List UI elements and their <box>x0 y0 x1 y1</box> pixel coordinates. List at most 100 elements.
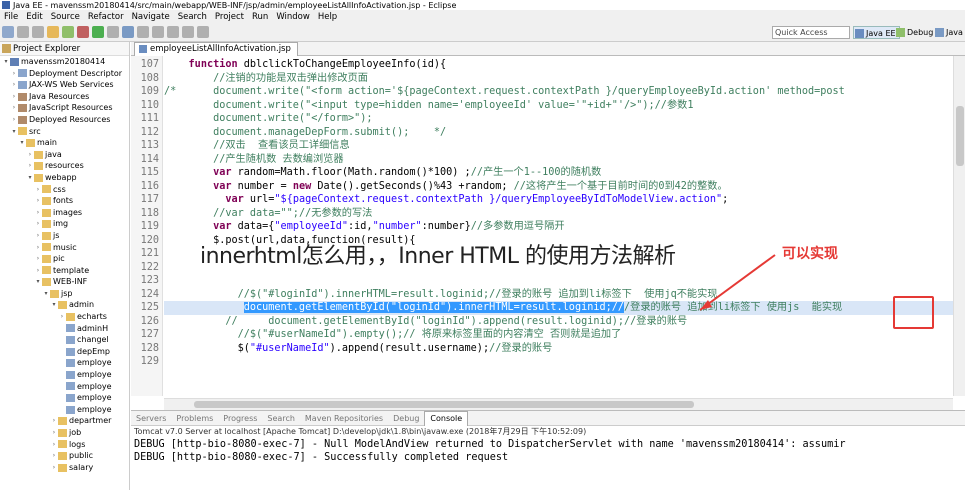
perspective-java-ee[interactable]: Java EE <box>853 26 900 39</box>
menu-file[interactable]: File <box>0 12 22 22</box>
menu-navigate[interactable]: Navigate <box>128 12 174 22</box>
code-line[interactable]: //注销的功能是双击弹出修改页面 <box>164 72 953 86</box>
tree-item[interactable]: employe <box>0 381 129 393</box>
expand-arrow-icon[interactable]: ▾ <box>26 172 34 184</box>
tree-item[interactable]: › job <box>0 427 129 439</box>
expand-arrow-icon[interactable]: › <box>26 149 34 161</box>
scroll-thumb[interactable] <box>956 106 964 166</box>
tree-item[interactable]: ▾ jsp <box>0 288 129 300</box>
expand-arrow-icon[interactable]: › <box>50 415 58 427</box>
code-line[interactable]: document.write("</form>"); <box>164 112 953 126</box>
tree-item[interactable]: › js <box>0 230 129 242</box>
tree-item[interactable]: › images <box>0 207 129 219</box>
code-line[interactable]: var url="${pageContext.request.contextPa… <box>164 193 953 207</box>
expand-arrow-icon[interactable]: › <box>10 114 18 126</box>
tree-item[interactable]: ▾ admin <box>0 299 129 311</box>
expand-arrow-icon[interactable]: ▾ <box>18 137 26 149</box>
tree-item[interactable]: › img <box>0 218 129 230</box>
tree-item[interactable]: › resources <box>0 160 129 172</box>
project-explorer-tab[interactable]: Project Explorer <box>0 42 129 56</box>
next-annotation-icon[interactable] <box>152 26 164 38</box>
search-icon[interactable] <box>137 26 149 38</box>
code-line[interactable]: //$("#loginId").innerHTML=result.loginid… <box>164 288 953 302</box>
console-tab-servers[interactable]: Servers <box>131 414 171 423</box>
expand-arrow-icon[interactable]: › <box>50 450 58 462</box>
expand-arrow-icon[interactable]: › <box>50 439 58 451</box>
tree-item[interactable]: › public <box>0 450 129 462</box>
menu-help[interactable]: Help <box>314 12 341 22</box>
new-class-icon[interactable] <box>122 26 134 38</box>
code-line[interactable]: document.getElementById("loginId").inner… <box>164 301 953 315</box>
expand-arrow-icon[interactable]: › <box>34 195 42 207</box>
tree-item[interactable]: ▾ mavenssm20180414 <box>0 56 129 68</box>
perspective-java[interactable]: Java <box>934 26 965 39</box>
expand-arrow-icon[interactable]: › <box>34 207 42 219</box>
tree-item[interactable]: › Java Resources <box>0 91 129 103</box>
tree-item[interactable]: › JavaScript Resources <box>0 102 129 114</box>
menu-search[interactable]: Search <box>174 12 211 22</box>
tree-item[interactable]: › pic <box>0 253 129 265</box>
code-line[interactable]: $("#userNameId").append(result.username)… <box>164 342 953 356</box>
code-line[interactable]: function dblclickToChangeEmployeeInfo(id… <box>164 58 953 72</box>
folder-icon[interactable] <box>47 26 59 38</box>
expand-arrow-icon[interactable]: › <box>26 160 34 172</box>
vertical-scrollbar[interactable] <box>953 56 965 396</box>
code-line[interactable]: var random=Math.floor(Math.random()*100)… <box>164 166 953 180</box>
menu-run[interactable]: Run <box>248 12 272 22</box>
tree-item[interactable]: › music <box>0 242 129 254</box>
print-icon[interactable] <box>32 26 44 38</box>
code-line[interactable]: var number = new Date().getSeconds()%43 … <box>164 180 953 194</box>
expand-arrow-icon[interactable]: › <box>10 68 18 80</box>
expand-arrow-icon[interactable]: › <box>10 102 18 114</box>
save-icon[interactable] <box>17 26 29 38</box>
tree-item[interactable]: adminH <box>0 323 129 335</box>
code-line[interactable] <box>164 355 953 369</box>
expand-arrow-icon[interactable]: › <box>34 230 42 242</box>
tree-item[interactable]: changel <box>0 334 129 346</box>
tree-item[interactable]: employe <box>0 357 129 369</box>
tree-item[interactable]: › departmer <box>0 415 129 427</box>
menu-window[interactable]: Window <box>272 12 314 22</box>
quick-access-input[interactable]: Quick Access <box>772 26 850 39</box>
forward-icon[interactable] <box>197 26 209 38</box>
expand-arrow-icon[interactable]: › <box>34 242 42 254</box>
console-tab-progress[interactable]: Progress <box>218 414 262 423</box>
menu-refactor[interactable]: Refactor <box>84 12 128 22</box>
back-icon[interactable] <box>182 26 194 38</box>
console-tab-problems[interactable]: Problems <box>171 414 218 423</box>
server-icon[interactable] <box>62 26 74 38</box>
expand-arrow-icon[interactable]: › <box>10 79 18 91</box>
tree-item[interactable]: depEmp <box>0 346 129 358</box>
tree-item[interactable]: ▾ webapp <box>0 172 129 184</box>
expand-arrow-icon[interactable]: › <box>34 253 42 265</box>
expand-arrow-icon[interactable]: ▾ <box>2 56 10 68</box>
tree-item[interactable]: › css <box>0 184 129 196</box>
tree-item[interactable]: ▾ src <box>0 126 129 138</box>
tree-item[interactable]: › echarts <box>0 311 129 323</box>
tree-item[interactable]: ▾ main <box>0 137 129 149</box>
tree-item[interactable]: employe <box>0 392 129 404</box>
code-line[interactable]: //双击 查看该员工详细信息 <box>164 139 953 153</box>
expand-arrow-icon[interactable]: ▾ <box>10 126 18 138</box>
perspective-debug[interactable]: Debug <box>895 26 936 39</box>
external-tools-icon[interactable] <box>107 26 119 38</box>
code-line[interactable]: var data={"employeeId":id,"number":numbe… <box>164 220 953 234</box>
expand-arrow-icon[interactable]: › <box>50 427 58 439</box>
code-line[interactable]: //var data="";//无参数的写法 <box>164 207 953 221</box>
expand-arrow-icon[interactable]: ▾ <box>34 276 42 288</box>
expand-arrow-icon[interactable]: ▾ <box>42 288 50 300</box>
code-line[interactable]: //产生随机数 去数编浏览器 <box>164 153 953 167</box>
code-line[interactable]: /* document.write("<form action='${pageC… <box>164 85 953 99</box>
tree-item[interactable]: › java <box>0 149 129 161</box>
tree-item[interactable]: › logs <box>0 439 129 451</box>
code-line[interactable]: document.manageDepForm.submit(); */ <box>164 126 953 140</box>
tree-item[interactable]: › fonts <box>0 195 129 207</box>
tree-item[interactable]: › Deployed Resources <box>0 114 129 126</box>
tree-item[interactable]: ▾ WEB-INF <box>0 276 129 288</box>
expand-arrow-icon[interactable]: › <box>50 462 58 474</box>
new-icon[interactable] <box>2 26 14 38</box>
code-line[interactable]: //$("#userNameId").empty();// 将原来标签里面的内容… <box>164 328 953 342</box>
console-tab-maven-repositories[interactable]: Maven Repositories <box>300 414 388 423</box>
expand-arrow-icon[interactable]: › <box>34 265 42 277</box>
tree-item[interactable]: › salary <box>0 462 129 474</box>
